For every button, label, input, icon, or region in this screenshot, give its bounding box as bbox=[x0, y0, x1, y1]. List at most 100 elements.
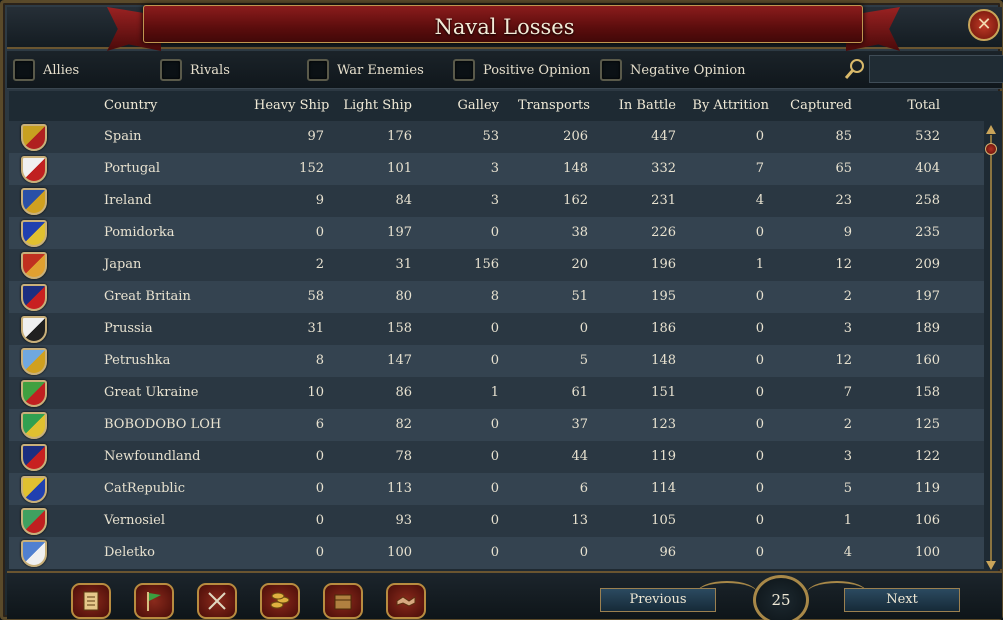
total-cell: 404 bbox=[915, 161, 940, 176]
search-input[interactable] bbox=[869, 55, 1003, 83]
galley-cell: 0 bbox=[490, 225, 499, 240]
light-ship-cell: 101 bbox=[387, 161, 412, 176]
table-row[interactable]: Ireland 9 84 3 162 231 4 23 258 bbox=[9, 185, 984, 217]
close-button[interactable]: ✕ bbox=[968, 9, 1000, 41]
light-ship-cell: 80 bbox=[395, 289, 412, 304]
table-row[interactable]: BOBODOBO LOH 6 82 0 37 123 0 2 125 bbox=[9, 409, 984, 441]
in-battle-cell: 96 bbox=[659, 545, 676, 560]
transports-cell: 38 bbox=[571, 225, 588, 240]
scroll-thumb[interactable] bbox=[985, 143, 997, 155]
column-header-country[interactable]: Country bbox=[104, 91, 157, 121]
captured-cell: 1 bbox=[843, 513, 852, 528]
in-battle-cell: 119 bbox=[651, 449, 676, 464]
filter-positive-opinion[interactable]: Positive Opinion bbox=[453, 57, 590, 83]
column-header-galley[interactable]: Galley bbox=[429, 91, 500, 121]
positive-opinion-checkbox[interactable] bbox=[453, 59, 475, 81]
war-enemies-checkbox[interactable] bbox=[307, 59, 329, 81]
country-flag-shield-icon[interactable] bbox=[21, 316, 47, 343]
heavy-ship-cell: 31 bbox=[307, 321, 324, 336]
captured-cell: 2 bbox=[843, 289, 852, 304]
negative-opinion-checkbox[interactable] bbox=[600, 59, 622, 81]
country-flag-shield-icon[interactable] bbox=[21, 476, 47, 503]
table-row[interactable]: Japan 2 31 156 20 196 1 12 209 bbox=[9, 249, 984, 281]
column-header-total[interactable]: Total bbox=[870, 91, 940, 121]
column-header-by-attrition[interactable]: By Attrition bbox=[689, 91, 769, 121]
light-ship-cell: 100 bbox=[387, 545, 412, 560]
galley-cell: 0 bbox=[490, 417, 499, 432]
trade-tab-button[interactable] bbox=[323, 583, 363, 619]
country-name-cell: Pomidorka bbox=[104, 225, 175, 240]
diplomacy-tab-button[interactable] bbox=[386, 583, 426, 619]
heavy-ship-cell: 0 bbox=[315, 545, 324, 560]
country-flag-shield-icon[interactable] bbox=[21, 540, 47, 567]
country-flag-shield-icon[interactable] bbox=[21, 188, 47, 215]
country-flag-shield-icon[interactable] bbox=[21, 412, 47, 439]
country-flag-shield-icon[interactable] bbox=[21, 348, 47, 375]
column-header-in-battle[interactable]: In Battle bbox=[606, 91, 676, 121]
scroll-down-arrow-icon[interactable] bbox=[986, 561, 996, 570]
search-icon[interactable] bbox=[843, 57, 867, 81]
heavy-ship-cell: 152 bbox=[299, 161, 324, 176]
previous-button[interactable]: Previous bbox=[600, 588, 716, 612]
country-flag-shield-icon[interactable] bbox=[21, 252, 47, 279]
total-cell: 197 bbox=[915, 289, 940, 304]
economy-tab-button[interactable] bbox=[260, 583, 300, 619]
column-header-transports[interactable]: Transports bbox=[518, 91, 590, 121]
country-name-cell: Great Britain bbox=[104, 289, 191, 304]
in-battle-cell: 186 bbox=[651, 321, 676, 336]
table-row[interactable]: Deletko 0 100 0 0 96 0 4 100 bbox=[9, 537, 984, 569]
filter-allies[interactable]: Allies bbox=[13, 57, 79, 83]
column-header-captured[interactable]: Captured bbox=[782, 91, 852, 121]
transports-cell: 20 bbox=[571, 257, 588, 272]
table-row[interactable]: Vernosiel 0 93 0 13 105 0 1 106 bbox=[9, 505, 984, 537]
by-attrition-cell: 1 bbox=[755, 257, 764, 272]
country-flag-shield-icon[interactable] bbox=[21, 380, 47, 407]
country-flag-shield-icon[interactable] bbox=[21, 220, 47, 247]
country-flag-shield-icon[interactable] bbox=[21, 284, 47, 311]
country-flag-shield-icon[interactable] bbox=[21, 508, 47, 535]
table-row[interactable]: Petrushka 8 147 0 5 148 0 12 160 bbox=[9, 345, 984, 377]
table-row[interactable]: Prussia 31 158 0 0 186 0 3 189 bbox=[9, 313, 984, 345]
filter-war-enemies[interactable]: War Enemies bbox=[307, 57, 424, 83]
filter-rivals[interactable]: Rivals bbox=[160, 57, 230, 83]
countries-tab-button[interactable] bbox=[134, 583, 174, 619]
military-tab-button[interactable] bbox=[197, 583, 237, 619]
country-name-cell: Spain bbox=[104, 129, 142, 144]
country-flag-shield-icon[interactable] bbox=[21, 156, 47, 183]
heavy-ship-cell: 97 bbox=[307, 129, 324, 144]
country-flag-shield-icon[interactable] bbox=[21, 444, 47, 471]
total-cell: 119 bbox=[915, 481, 940, 496]
allies-checkbox[interactable] bbox=[13, 59, 35, 81]
table-row[interactable]: CatRepublic 0 113 0 6 114 0 5 119 bbox=[9, 473, 984, 505]
in-battle-cell: 123 bbox=[651, 417, 676, 432]
scroll-up-arrow-icon[interactable] bbox=[986, 125, 996, 134]
country-name-cell: Ireland bbox=[104, 193, 152, 208]
in-battle-cell: 226 bbox=[651, 225, 676, 240]
losses-table: Country Heavy Ship Light Ship Galley Tra… bbox=[9, 91, 1002, 569]
next-button[interactable]: Next bbox=[844, 588, 960, 612]
transports-cell: 61 bbox=[571, 385, 588, 400]
ledger-tab-button[interactable] bbox=[71, 583, 111, 619]
rivals-checkbox[interactable] bbox=[160, 59, 182, 81]
table-header: Country Heavy Ship Light Ship Galley Tra… bbox=[9, 91, 1002, 121]
country-flag-shield-icon[interactable] bbox=[21, 124, 47, 151]
table-row[interactable]: Great Britain 58 80 8 51 195 0 2 197 bbox=[9, 281, 984, 313]
table-row[interactable]: Spain 97 176 53 206 447 0 85 532 bbox=[9, 121, 984, 153]
column-header-heavy-ship[interactable]: Heavy Ship bbox=[254, 91, 329, 121]
captured-cell: 7 bbox=[843, 385, 852, 400]
column-header-light-ship[interactable]: Light Ship bbox=[342, 91, 412, 121]
country-name-cell: Newfoundland bbox=[104, 449, 201, 464]
galley-cell: 0 bbox=[490, 353, 499, 368]
by-attrition-cell: 0 bbox=[755, 417, 764, 432]
transports-cell: 51 bbox=[571, 289, 588, 304]
filter-negative-opinion[interactable]: Negative Opinion bbox=[600, 57, 746, 83]
table-row[interactable]: Portugal 152 101 3 148 332 7 65 404 bbox=[9, 153, 984, 185]
total-cell: 122 bbox=[915, 449, 940, 464]
table-row[interactable]: Newfoundland 0 78 0 44 119 0 3 122 bbox=[9, 441, 984, 473]
table-row[interactable]: Pomidorka 0 197 0 38 226 0 9 235 bbox=[9, 217, 984, 249]
table-row[interactable]: Great Ukraine 10 86 1 61 151 0 7 158 bbox=[9, 377, 984, 409]
captured-cell: 23 bbox=[835, 193, 852, 208]
scrollbar[interactable] bbox=[983, 123, 999, 573]
scroll-track[interactable] bbox=[990, 135, 992, 565]
light-ship-cell: 147 bbox=[387, 353, 412, 368]
